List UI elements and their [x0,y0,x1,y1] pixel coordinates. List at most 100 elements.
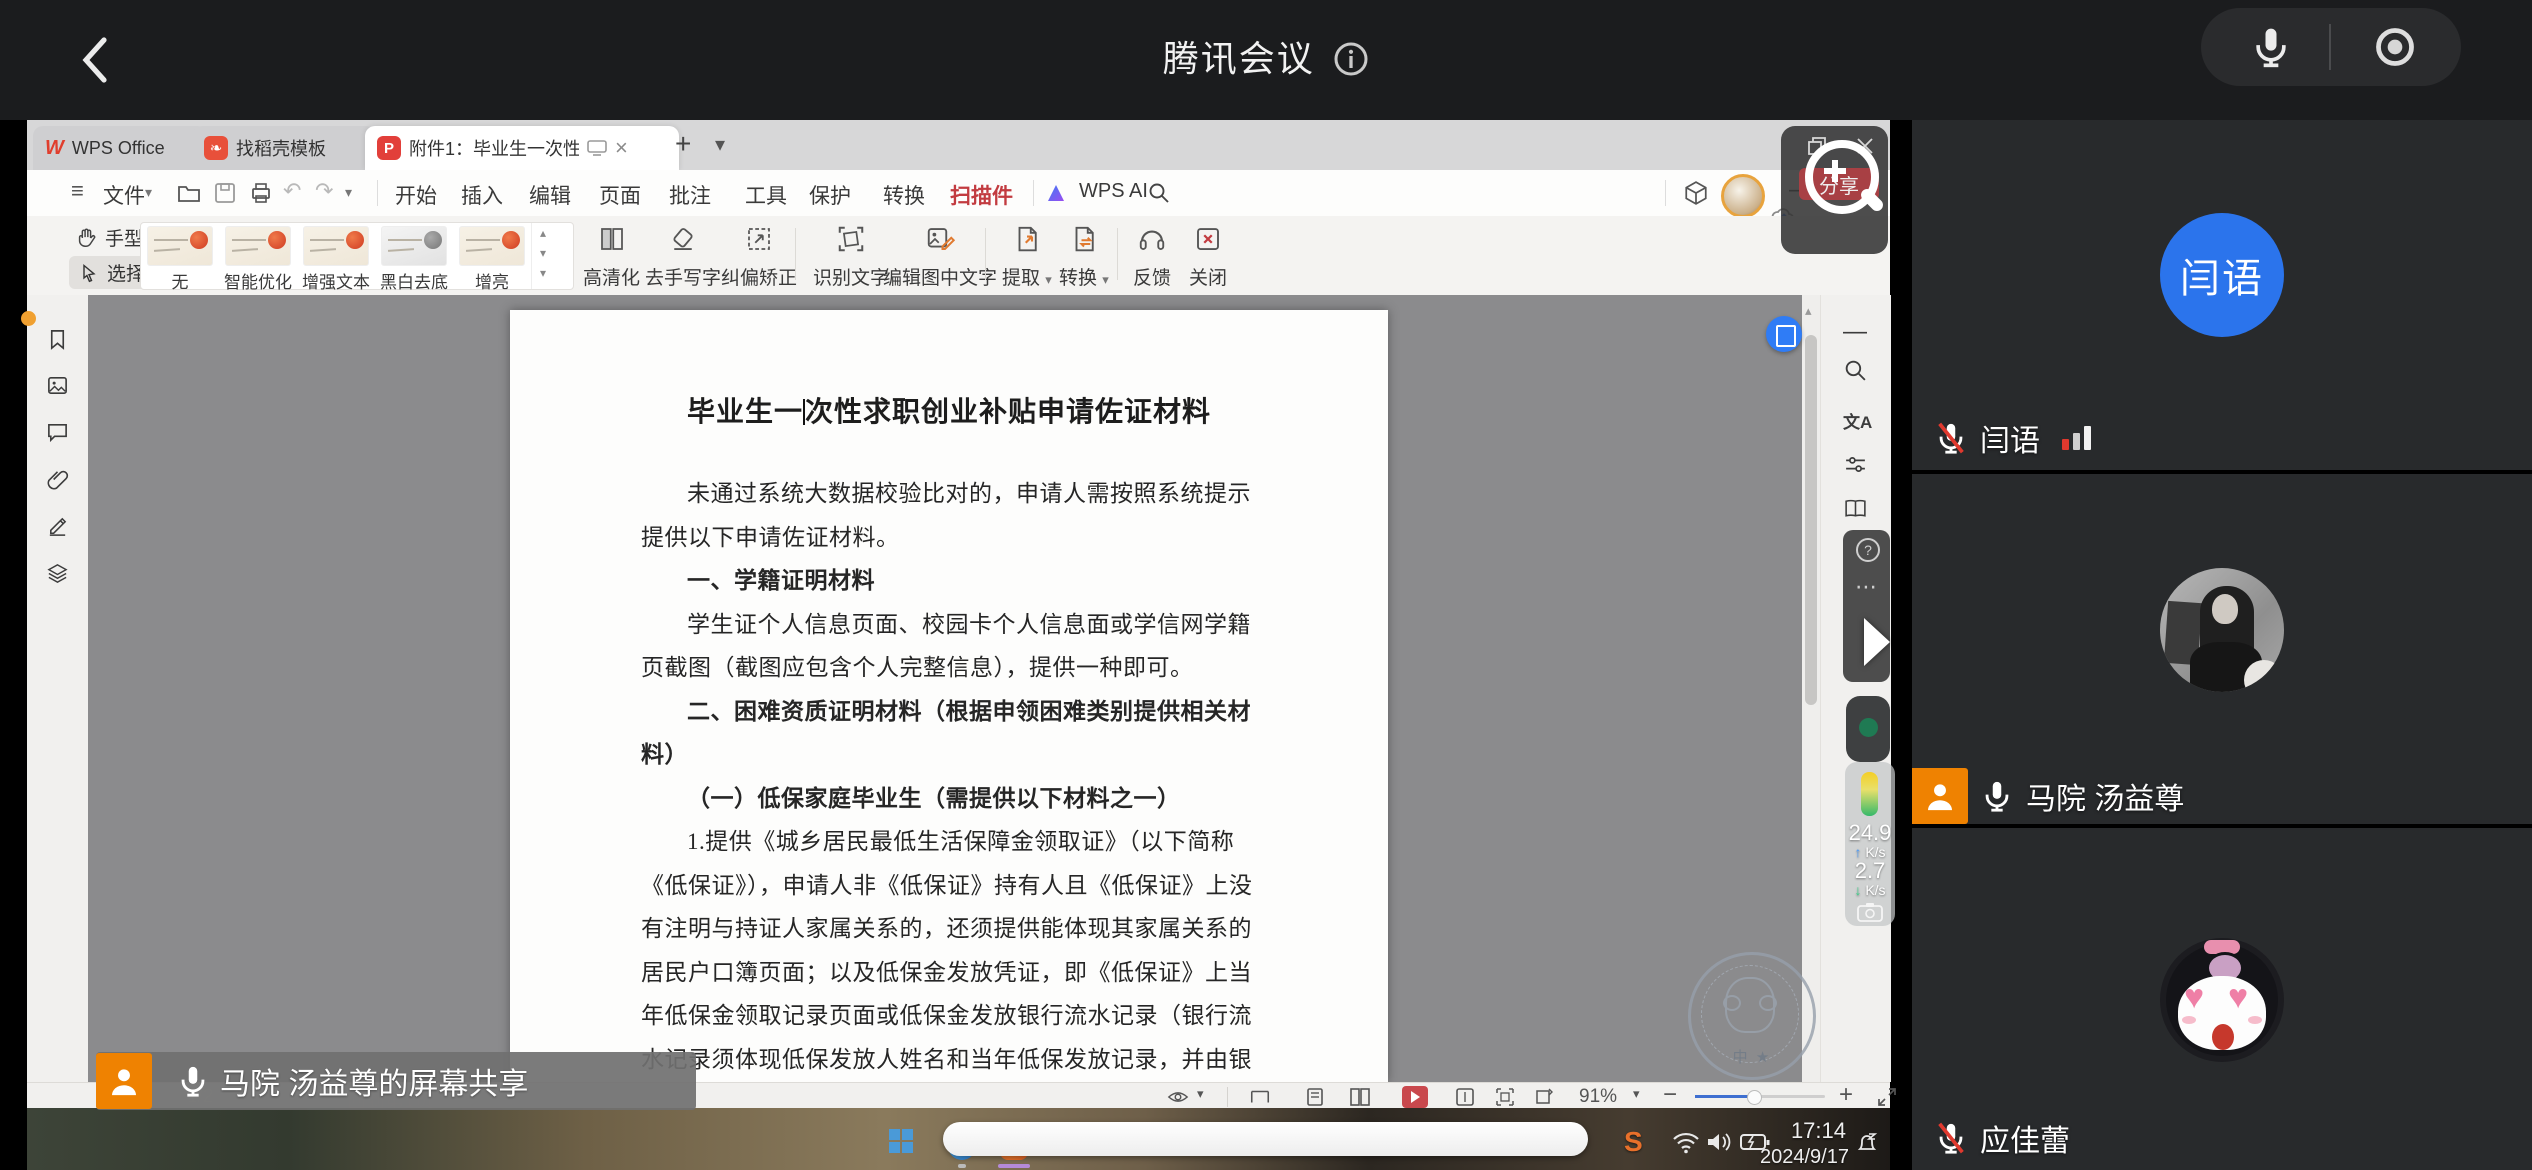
participant-tile-yingjialei[interactable]: ♥ ♥ 应佳蕾 [1912,828,2532,1170]
eye-chevron-icon[interactable]: ▾ [1197,1086,1204,1102]
comment-icon[interactable] [46,420,69,443]
collapse-panel-icon[interactable]: — [1843,318,1867,346]
menu-convert[interactable]: 转换 [877,178,931,212]
translate-icon[interactable]: 文A [1843,408,1872,433]
notification-bell-icon[interactable] [1854,1130,1880,1156]
tab-wps-office[interactable]: W WPS Office [33,126,207,170]
menu-protect[interactable]: 保护 [803,178,857,212]
rotate-page-icon[interactable] [1533,1088,1553,1106]
fit-width-icon[interactable] [1495,1088,1515,1106]
preset-none[interactable]: 无 [143,226,217,286]
taskbar-clock[interactable]: 17:14 2024/9/17 [1760,1118,1846,1170]
user-avatar[interactable] [1721,174,1765,218]
convert-button[interactable]: 转换 ▾ [1059,224,1109,290]
edit-image-text-button[interactable]: 编辑图中文字 [883,224,997,290]
settings-sliders-icon[interactable] [1843,452,1868,477]
tab-close-icon[interactable]: × [615,135,628,161]
preset-label: 增强文本 [299,268,373,293]
open-folder-icon[interactable] [177,181,201,205]
magnifier-zoom-icon[interactable] [1805,140,1879,214]
save-icon[interactable] [213,181,237,205]
deskew-button[interactable]: 纠偏矫正 [721,224,797,290]
new-tab-icon[interactable]: + [675,128,691,160]
wps-ai-label[interactable]: WPS AI [1073,178,1154,205]
menu-tools[interactable]: 工具 [739,178,793,212]
layers-icon[interactable] [46,562,69,585]
tab-list-chevron-icon[interactable]: ▾ [715,132,725,157]
doc-float-badge[interactable] [1766,316,1802,352]
document-page[interactable]: 毕业生一次性求职创业补贴申请佐证材料 未通过系统大数据校验比对的，申请人需按照系… [510,310,1388,1082]
network-monitor-widget[interactable]: 24.9 ↑ K/s 2.7 ↓ K/s [1845,762,1895,926]
more-options-icon[interactable]: ⋯ [1855,574,1878,600]
print-icon[interactable] [249,181,273,205]
scroll-up-icon[interactable]: ▴ [1805,303,1812,319]
wifi-icon[interactable] [1672,1130,1700,1154]
ocr-button[interactable]: 识别文字 [813,224,889,290]
action-label: 转换 [1059,268,1097,289]
attachment-icon[interactable] [46,468,69,491]
scrollbar-thumb[interactable] [1805,335,1817,705]
file-menu[interactable]: 文件 [97,178,151,212]
speaker-icon[interactable] [1706,1130,1732,1154]
close-scan-button[interactable]: 关闭 [1189,224,1227,290]
preset-bw-clean[interactable]: 黑白去底 [377,226,451,286]
image-panel-icon[interactable] [46,374,69,397]
fit-page-icon[interactable] [1455,1088,1475,1106]
gallery-up-icon[interactable]: ▴ [532,223,554,243]
info-icon[interactable] [1333,41,1369,77]
feedback-button[interactable]: 反馈 [1133,224,1171,290]
zoom-out-icon[interactable]: − [1663,1081,1677,1109]
screenshot-camera-icon[interactable] [1857,902,1883,922]
zoom-chevron-icon[interactable]: ▾ [1633,1086,1640,1102]
participant-tile-yanyu[interactable]: 闫语 闫语 [1912,120,2532,470]
zoom-slider-knob[interactable] [1747,1090,1762,1105]
menu-edit[interactable]: 编辑 [523,178,577,212]
redo-icon[interactable]: ↷ [315,178,333,204]
preset-brighten[interactable]: 增亮 [455,226,529,286]
view-mode-page-icon[interactable] [1305,1088,1325,1106]
hd-enhance-button[interactable]: 高清化 [583,224,640,290]
file-chevron-icon[interactable]: ▾ [145,184,152,201]
remove-handwriting-button[interactable]: 去手写字 [645,224,721,290]
zoom-in-icon[interactable]: + [1839,1081,1853,1109]
tab-document-active[interactable]: P 附件1：毕业生一次性求职创业 × [365,126,679,170]
preset-enhance-text[interactable]: 增强文本 [299,226,373,286]
reader-search-icon[interactable] [1843,496,1868,521]
hamburger-icon[interactable]: ≡ [71,178,84,204]
participant-tile-tangyizun[interactable]: 马院 汤益尊 [1912,474,2532,824]
windows-start-icon[interactable] [888,1128,914,1154]
record-icon[interactable] [2373,25,2417,69]
find-icon[interactable] [1843,358,1868,383]
signature-pen-icon[interactable] [46,515,69,538]
menu-page[interactable]: 页面 [593,178,647,212]
menu-comment[interactable]: 批注 [663,178,717,212]
cube-icon[interactable] [1683,180,1709,206]
help-icon[interactable]: ? [1856,538,1880,562]
view-mode-two-pages-icon[interactable] [1349,1088,1371,1106]
preset-smart-optimize[interactable]: 智能优化 [221,226,295,286]
zoom-level[interactable]: 91% [1579,1086,1617,1108]
microphone-icon[interactable] [2249,25,2293,69]
tray-s-app-icon[interactable]: S [1624,1126,1643,1158]
bookmark-icon[interactable] [46,328,69,351]
extract-button[interactable]: 提取 ▾ [1002,224,1052,290]
zoom-slider[interactable] [1695,1095,1825,1098]
hand-tool[interactable]: 手型 [75,224,143,251]
reading-eye-icon[interactable] [1167,1088,1189,1106]
horizontal-scrollbar-pill[interactable] [943,1122,1588,1156]
participant-avatar: ♥ ♥ [2160,938,2284,1062]
view-mode-columns-icon[interactable] [1249,1088,1271,1106]
presentation-play-button[interactable] [1402,1086,1428,1108]
collapse-sidebar-arrow[interactable] [1864,618,1890,666]
menu-scan-active[interactable]: 扫描件 [944,178,1019,220]
menu-insert[interactable]: 插入 [455,178,509,212]
undo-list-chevron-icon[interactable]: ▾ [345,184,352,201]
gallery-expand-icon[interactable]: ▾ [532,263,554,283]
search-icon[interactable] [1147,181,1171,205]
cast-screen-icon[interactable] [587,139,607,157]
fullscreen-icon[interactable] [1877,1087,1897,1107]
menu-start[interactable]: 开始 [389,178,443,212]
tab-docer[interactable]: ❧ 找稻壳模板 [192,126,376,170]
gallery-down-icon[interactable]: ▾ [532,243,554,263]
undo-icon[interactable]: ↶ [283,178,301,204]
